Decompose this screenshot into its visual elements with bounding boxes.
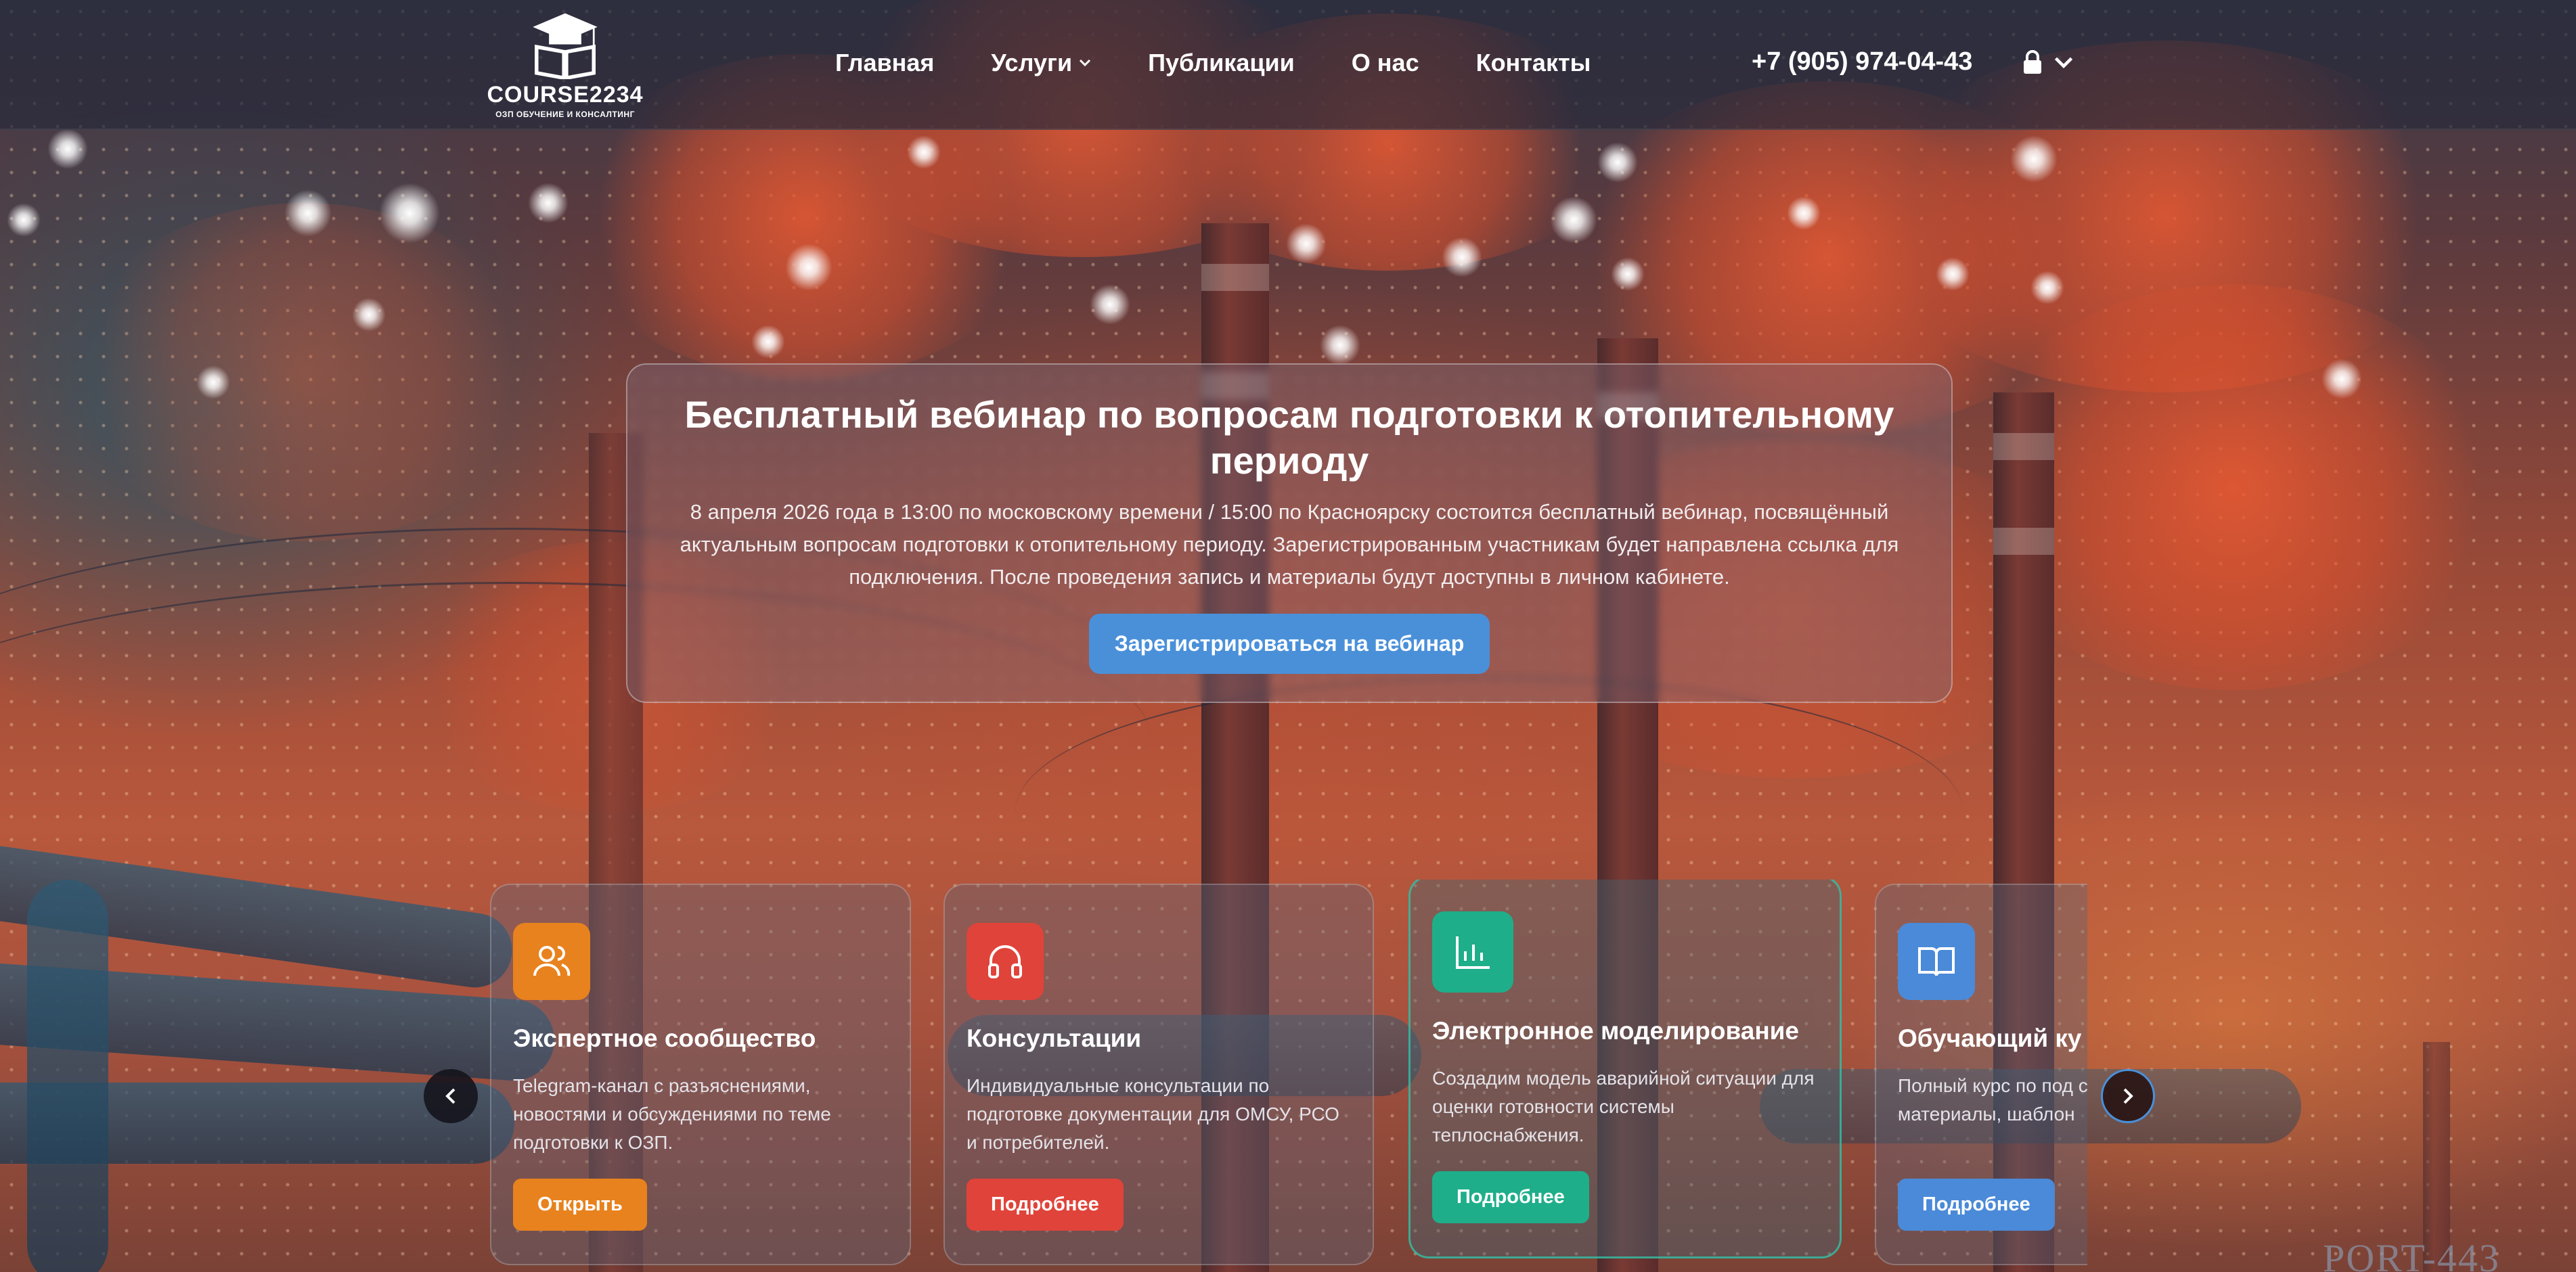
card-icon-box bbox=[513, 923, 590, 1000]
card-title: Экспертное сообщество bbox=[513, 1024, 816, 1052]
chevron-down-icon bbox=[1080, 59, 1091, 67]
watermark-text: PORT-443 bbox=[2323, 1236, 2500, 1272]
details-button[interactable]: Подробнее bbox=[967, 1179, 1124, 1231]
service-card-course: Обучающий ку Полный курс по под согласно… bbox=[1875, 884, 2087, 1265]
webinar-banner: Бесплатный вебинар по вопросам подготовк… bbox=[626, 363, 1953, 703]
nav-label: Главная bbox=[835, 49, 935, 76]
book-icon bbox=[1918, 947, 1955, 976]
bar-chart-icon bbox=[1456, 936, 1490, 969]
services-carousel: Экспертное сообщество Telegram-канал с р… bbox=[490, 880, 2087, 1272]
webinar-title: Бесплатный вебинар по вопросам подготовк… bbox=[684, 393, 1894, 482]
nav-item-home[interactable]: Главная bbox=[835, 49, 934, 77]
headphones-icon bbox=[988, 945, 1022, 978]
main-nav: Главная Услуги Публикации О нас Контакты bbox=[835, 49, 1647, 77]
webinar-description: 8 апреля 2026 года в 13:00 по московском… bbox=[680, 500, 1899, 589]
chevron-left-icon bbox=[445, 1088, 456, 1104]
lock-icon bbox=[2024, 50, 2041, 74]
card-title: Обучающий ку bbox=[1898, 1024, 2082, 1052]
register-webinar-button[interactable]: Зарегистрироваться на вебинар bbox=[1088, 614, 1490, 674]
service-card-consultations: Консультации Индивидуальные консультации… bbox=[943, 884, 1374, 1265]
nav-item-contacts[interactable]: Контакты bbox=[1476, 49, 1591, 77]
card-icon-box bbox=[1898, 923, 1975, 1000]
card-description: Telegram-канал с разъяснениями, новостям… bbox=[513, 1075, 831, 1153]
card-icon-box bbox=[1432, 911, 1513, 993]
logo-title: COURSE2234 bbox=[487, 82, 644, 108]
details-button[interactable]: Подробнее bbox=[1432, 1171, 1589, 1223]
service-card-modeling: Электронное моделирование Создадим модел… bbox=[1408, 880, 1842, 1258]
card-description: Полный курс по под согласно Приказу № ма… bbox=[1898, 1075, 2087, 1125]
nav-label: Контакты bbox=[1475, 49, 1591, 76]
users-icon bbox=[533, 946, 571, 976]
details-button[interactable]: Подробнее bbox=[1898, 1179, 2055, 1231]
open-button[interactable]: Открыть bbox=[513, 1179, 647, 1231]
card-description: Создадим модель аварийной ситуации для о… bbox=[1432, 1068, 1815, 1145]
chevron-down-icon bbox=[2054, 57, 2073, 69]
card-title: Электронное моделирование bbox=[1432, 1017, 1800, 1045]
carousel-next-button[interactable] bbox=[2101, 1069, 2155, 1123]
site-logo[interactable]: COURSE2234 ОЗП ОБУЧЕНИЕ И КОНСАЛТИНГ bbox=[487, 11, 643, 119]
account-menu[interactable] bbox=[2022, 50, 2074, 74]
graduation-cap-icon bbox=[533, 13, 598, 79]
nav-item-publications[interactable]: Публикации bbox=[1148, 49, 1295, 77]
nav-label: Услуги bbox=[991, 49, 1073, 76]
logo-subtitle: ОЗП ОБУЧЕНИЕ И КОНСАЛТИНГ bbox=[495, 110, 635, 119]
card-description: Индивидуальные консультации по подготовк… bbox=[967, 1075, 1339, 1153]
service-card-community: Экспертное сообщество Telegram-канал с р… bbox=[490, 884, 911, 1265]
nav-item-services[interactable]: Услуги bbox=[991, 49, 1091, 77]
card-icon-box bbox=[967, 923, 1044, 1000]
site-header: COURSE2234 ОЗП ОБУЧЕНИЕ И КОНСАЛТИНГ Гла… bbox=[0, 0, 2576, 130]
phone-link[interactable]: +7 (905) 974-04-43 bbox=[1752, 47, 1972, 76]
chevron-right-icon bbox=[2123, 1088, 2133, 1104]
card-title: Консультации bbox=[967, 1024, 1142, 1052]
nav-label: О нас bbox=[1351, 49, 1419, 76]
carousel-prev-button[interactable] bbox=[424, 1069, 478, 1123]
nav-label: Публикации bbox=[1148, 49, 1295, 76]
nav-item-about[interactable]: О нас bbox=[1352, 49, 1419, 77]
